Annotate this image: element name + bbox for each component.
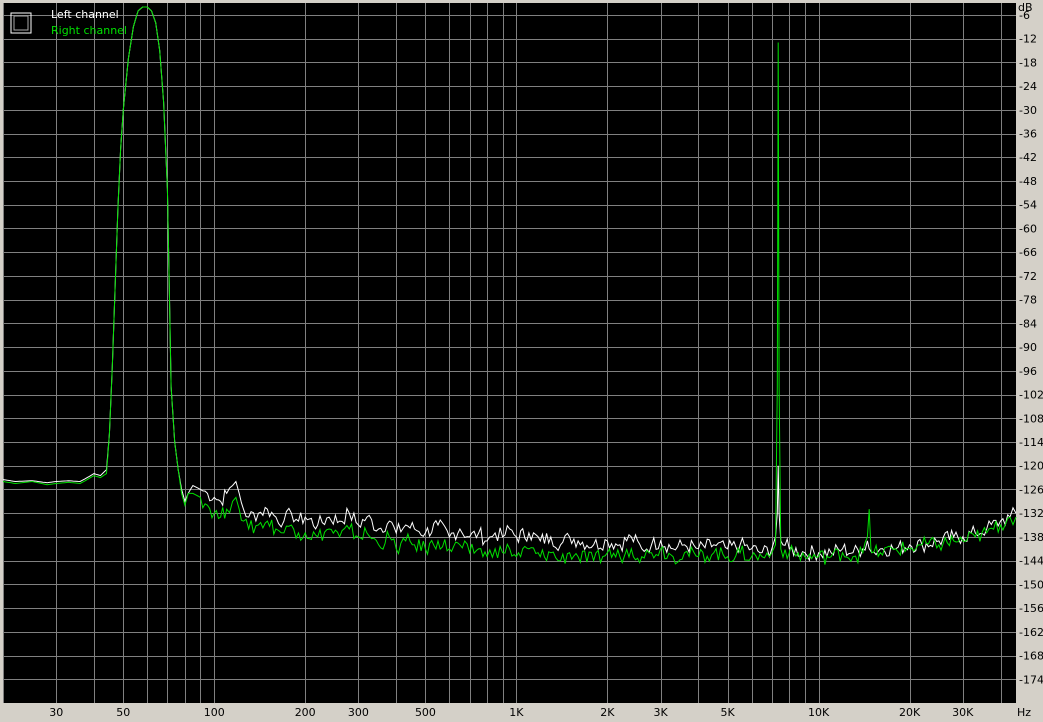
y-tick-label: -36 [1019, 128, 1037, 141]
y-tick-label: -84 [1019, 317, 1037, 330]
spectrum-chart: Left channel Right channel -6-12-18-24-3… [0, 0, 1043, 722]
y-tick-label: -18 [1019, 56, 1037, 69]
x-tick-label: 300 [348, 706, 369, 719]
y-tick-label: -24 [1019, 80, 1037, 93]
y-tick-label: -132 [1019, 507, 1043, 520]
y-tick-label: -174 [1019, 673, 1043, 686]
y-tick-label: -114 [1019, 436, 1043, 449]
x-tick-label: 3K [653, 706, 668, 719]
y-tick-label: -90 [1019, 341, 1037, 354]
y-tick-label: -168 [1019, 650, 1043, 663]
x-axis-unit: Hz [1017, 706, 1031, 719]
y-tick-label: -138 [1019, 531, 1043, 544]
x-tick-label: 1K [509, 706, 524, 719]
x-tick-label: 10K [808, 706, 830, 719]
y-tick-label: -54 [1019, 199, 1037, 212]
y-tick-label: -60 [1019, 222, 1037, 235]
legend-right-channel: Right channel [51, 24, 127, 37]
x-tick-label: 5K [721, 706, 736, 719]
spectrum-analyzer-window: Left channel Right channel -6 -12 -18 -24 -3… [0, 0, 1043, 722]
y-tick-label: -102 [1019, 389, 1043, 402]
x-tick-label: 500 [415, 706, 436, 719]
legend-left-channel: Left channel [51, 8, 119, 21]
y-tick-label: -42 [1019, 151, 1037, 164]
y-tick-label: -144 [1019, 555, 1043, 568]
y-tick-label: -126 [1019, 483, 1043, 496]
x-tick-label: 2K [600, 706, 615, 719]
x-tick-label: 30K [952, 706, 974, 719]
y-tick-label: -12 [1019, 33, 1037, 46]
y-tick-label: -162 [1019, 626, 1043, 639]
y-tick-label: -150 [1019, 578, 1043, 591]
y-tick-label: -120 [1019, 460, 1043, 473]
plot-area [3, 3, 1016, 703]
y-tick-label: -96 [1019, 365, 1037, 378]
y-tick-label: -78 [1019, 294, 1037, 307]
y-axis-unit: dB [1018, 1, 1033, 14]
x-tick-label: 20K [899, 706, 921, 719]
x-tick-label: 30 [49, 706, 63, 719]
x-tick-label: 100 [204, 706, 225, 719]
y-tick-label: -108 [1019, 412, 1043, 425]
y-tick-label: -48 [1019, 175, 1037, 188]
y-tick-label: -156 [1019, 602, 1043, 615]
x-tick-label: 50 [116, 706, 130, 719]
y-tick-label: -72 [1019, 270, 1037, 283]
y-tick-label: -30 [1019, 104, 1037, 117]
x-tick-label: 200 [295, 706, 316, 719]
y-tick-label: -66 [1019, 246, 1037, 259]
